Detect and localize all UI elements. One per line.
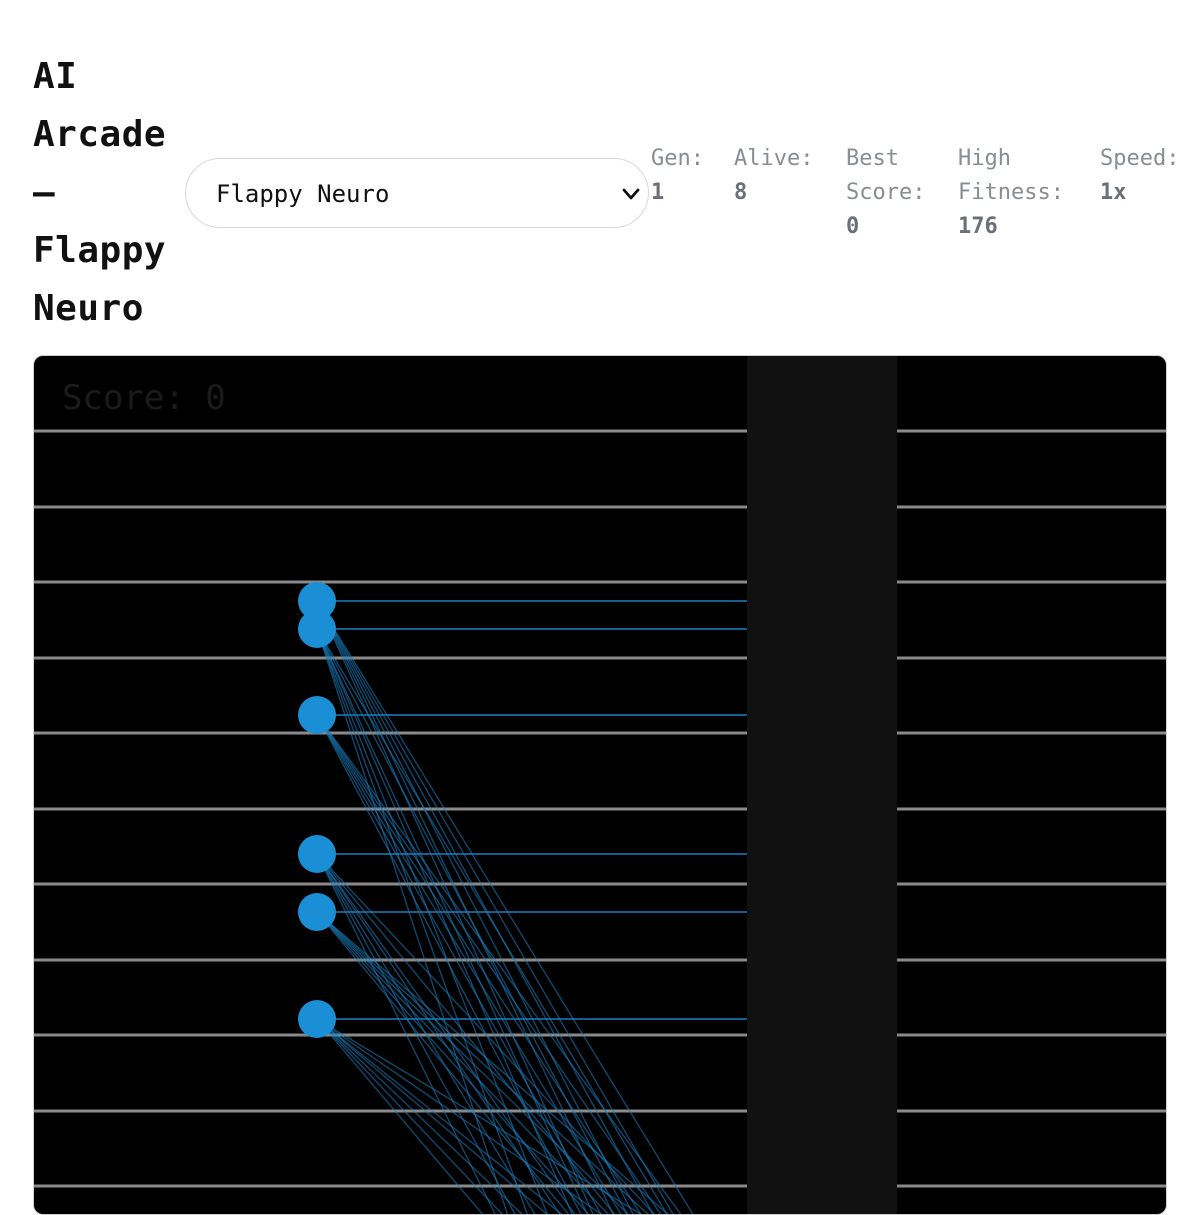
sensor-ray [316, 628, 509, 1214]
sensor-ray [316, 600, 594, 1214]
stat-best-score: Best Score: 0 [846, 142, 925, 244]
stat-alive: Alive: 8 [734, 142, 813, 210]
bird [298, 893, 336, 931]
sensor-ray [316, 714, 582, 1214]
sensor-ray [316, 911, 590, 1214]
stat-high-fitness-label: Fitness: [958, 180, 1064, 205]
sensor-ray [316, 600, 674, 1214]
page-title: AI Arcade — Flappy Neuro [33, 48, 193, 338]
sensor-ray [316, 628, 668, 1214]
bird [298, 1000, 336, 1038]
pipe [747, 356, 897, 1214]
game-canvas[interactable]: Score: 0 [33, 355, 1167, 1215]
game-select-value: Flappy Neuro [216, 180, 390, 208]
title-line: Flappy [33, 230, 167, 271]
sensor-ray [316, 600, 634, 1214]
stat-high-fitness: High Fitness: 176 [958, 142, 1064, 244]
score-overlay: Score: 0 [62, 378, 226, 418]
stat-gen: Gen: 1 [651, 142, 704, 210]
stat-best-score-value: 0 [846, 214, 860, 239]
stat-high-fitness-value: 176 [958, 214, 998, 239]
stat-speed-label: Speed: [1100, 146, 1180, 171]
header: AI Arcade — Flappy Neuro Flappy Neuro Ge… [0, 0, 1200, 356]
stat-alive-value: 8 [734, 180, 748, 205]
game-scene [34, 356, 1166, 1214]
stat-gen-value: 1 [651, 180, 665, 205]
stat-best-score-label: Score: [846, 180, 926, 205]
sensor-ray [316, 628, 628, 1214]
bird [298, 696, 336, 734]
title-line: Neuro [33, 288, 144, 329]
sensor-ray [316, 714, 642, 1214]
sensor-ray [316, 600, 694, 1214]
stat-alive-label: Alive: [734, 146, 814, 171]
title-line: — [33, 172, 56, 213]
stat-gen-label: Gen: [651, 146, 704, 171]
game-select[interactable]: Flappy Neuro [185, 158, 649, 228]
bird [298, 835, 336, 873]
stat-best-score-label: Best [846, 146, 899, 171]
stat-speed-value: 1x [1100, 180, 1127, 205]
stat-speed: Speed: 1x [1100, 142, 1179, 210]
title-line: AI [33, 56, 78, 97]
chevron-down-icon [622, 188, 640, 200]
title-line: Arcade [33, 114, 167, 155]
bird [298, 610, 336, 648]
stat-high-fitness-label: High [958, 146, 1011, 171]
